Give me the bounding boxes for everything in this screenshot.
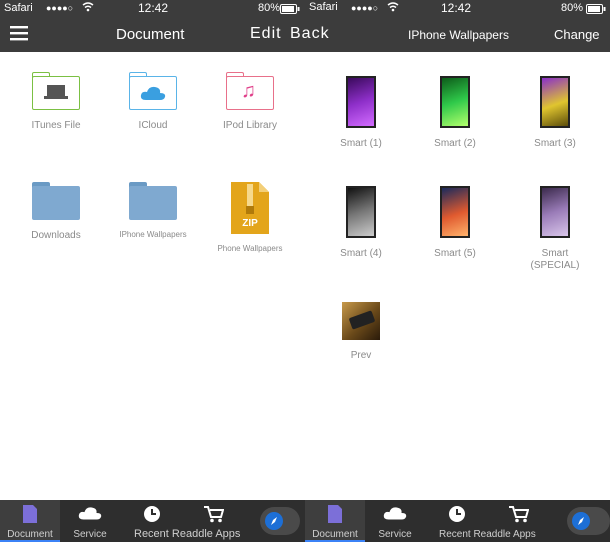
clock-label: 12:42 — [441, 1, 472, 15]
phone-wallpapers-zip-item[interactable]: ZIP Phone Wallpapers — [202, 182, 298, 253]
preview-thumbnail — [342, 302, 380, 340]
page-title: IPhone Wallpapers — [408, 28, 509, 42]
zip-text: ZIP — [242, 218, 258, 229]
page-title: Document — [116, 26, 185, 43]
music-folder-icon: ♫ — [226, 72, 274, 110]
tab-service[interactable]: Service — [60, 500, 120, 542]
compass-icon — [260, 507, 300, 535]
signal-indicator: ●●●●○ — [46, 3, 74, 13]
wifi-icon — [82, 1, 94, 16]
wallpaper-item[interactable]: Smart (SPECIAL) — [507, 186, 603, 272]
tab-document[interactable]: Document — [0, 500, 60, 542]
wallpaper-grid: Smart (1) Smart (2) Smart (3) Smart (4) … — [305, 52, 610, 500]
wallpaper-item[interactable]: Smart (3) — [507, 76, 603, 149]
item-label: Prev — [350, 350, 372, 361]
carrier-label: Safari — [4, 2, 33, 14]
wallpaper-thumbnail — [346, 186, 376, 238]
back-button[interactable]: Back — [290, 25, 330, 43]
downloads-item[interactable]: Downloads — [8, 182, 104, 241]
item-label: ITunes File — [31, 120, 81, 131]
wallpaper-item[interactable]: Smart (5) — [407, 186, 503, 259]
item-label: Phone Wallpapers — [217, 244, 283, 253]
wifi-icon — [387, 1, 399, 16]
menu-icon[interactable] — [10, 25, 28, 46]
item-label: Downloads — [31, 230, 81, 241]
battery-icon — [586, 4, 606, 17]
item-label: Smart (5) — [434, 248, 476, 259]
nav-bar-left: Document Edit — [0, 18, 305, 52]
itunes-folder-icon — [32, 72, 80, 110]
cloud-icon — [383, 507, 407, 520]
ipod-library-item[interactable]: ♫ IPod Library — [202, 72, 298, 131]
wallpaper-item[interactable]: Smart (2) — [407, 76, 503, 149]
tab-browser[interactable] — [258, 500, 302, 542]
item-label: ICloud — [138, 120, 168, 131]
item-label: Smart (2) — [434, 138, 476, 149]
icloud-item[interactable]: ICloud — [105, 72, 201, 131]
item-label: IPod Library — [223, 120, 277, 131]
change-button[interactable]: Change — [554, 27, 600, 42]
tab-bar-right: Document Service Recent Readdle Apps — [305, 500, 610, 542]
wallpaper-item[interactable]: Smart (4) — [313, 186, 409, 259]
wallpaper-thumbnail — [540, 76, 570, 128]
wallpaper-thumbnail — [346, 76, 376, 128]
wallpaper-item[interactable]: Smart (1) — [313, 76, 409, 149]
compass-icon — [567, 507, 610, 535]
carrier-label: Safari — [309, 1, 338, 13]
icloud-folder-icon — [129, 72, 177, 110]
document-icon — [328, 505, 342, 523]
item-label: IPhone Wallpapers — [119, 230, 187, 239]
tab-document[interactable]: Document — [305, 500, 365, 542]
music-note-icon: ♫ — [241, 80, 256, 102]
folder-icon — [129, 182, 177, 220]
cloud-icon — [78, 507, 102, 520]
item-label: Smart (1) — [340, 138, 382, 149]
wallpaper-item[interactable]: Prev — [313, 302, 409, 361]
cart-icon — [204, 506, 224, 523]
item-label: Smart (SPECIAL) — [530, 248, 580, 271]
signal-indicator: ●●●●○ — [351, 3, 379, 13]
zip-icon: ZIP — [231, 182, 269, 234]
folder-icon — [32, 182, 80, 220]
tab-recent[interactable]: Recent Readdle Apps — [425, 500, 536, 542]
clock-label: 12:42 — [138, 1, 169, 15]
battery-icon — [280, 4, 300, 17]
wallpaper-thumbnail — [440, 186, 470, 238]
tab-apps[interactable] — [184, 500, 244, 542]
tab-label: Service — [378, 529, 412, 540]
tab-label: Document — [312, 529, 358, 540]
document-grid: ITunes File ICloud ♫ IPod Library Downlo… — [0, 52, 305, 500]
tab-service[interactable]: Service — [365, 500, 425, 542]
itunes-file-item[interactable]: ITunes File — [8, 72, 104, 131]
document-icon — [23, 505, 37, 523]
iphone-wallpapers-item[interactable]: IPhone Wallpapers — [105, 182, 201, 239]
clock-icon — [449, 506, 465, 522]
tab-browser[interactable] — [567, 500, 610, 542]
status-bar-left: Safari ●●●●○ 12:42 80% — [0, 0, 305, 18]
tab-recent[interactable]: Recent Readdle Apps — [120, 500, 240, 542]
tab-apps[interactable] — [489, 500, 549, 542]
clock-icon — [144, 506, 160, 522]
nav-bar-right: Back IPhone Wallpapers Change — [290, 18, 610, 52]
wallpaper-thumbnail — [540, 186, 570, 238]
battery-percent: 80% — [258, 2, 281, 14]
battery-percent: 80% — [561, 2, 584, 14]
edit-button[interactable]: Edit — [250, 25, 282, 43]
tab-bar-left: Document Service Recent Readdle Apps — [0, 500, 305, 542]
status-bar-right: Safari ●●●●○ 12:42 80% — [305, 0, 610, 18]
tab-label: Document — [7, 529, 53, 540]
cart-icon — [509, 506, 529, 523]
tab-label: Service — [73, 529, 107, 540]
wallpaper-thumbnail — [440, 76, 470, 128]
item-label: Smart (3) — [534, 138, 576, 149]
item-label: Smart (4) — [340, 248, 382, 259]
